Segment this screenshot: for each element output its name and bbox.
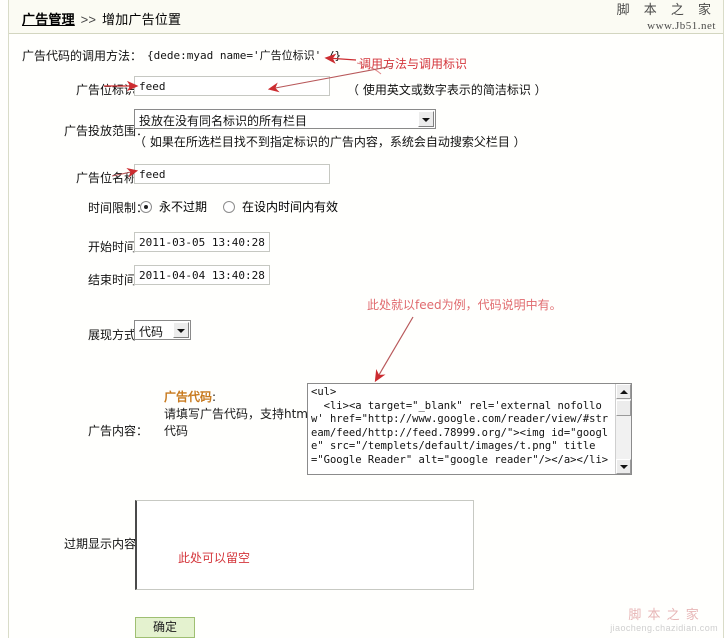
end-time-label: 结束时间： bbox=[87, 273, 148, 287]
display-mode-select[interactable]: 代码 bbox=[134, 320, 191, 340]
ad-content-hint-title-text: 广告代码 bbox=[164, 390, 213, 404]
expired-content-note: 此处可以留空 bbox=[178, 551, 251, 565]
display-mode-selected-value: 代码 bbox=[139, 325, 164, 339]
ad-content-scrollbar[interactable] bbox=[615, 384, 631, 474]
radio-never-expire-dot[interactable] bbox=[140, 201, 152, 213]
radio-within-range-dot[interactable] bbox=[223, 201, 236, 213]
breadcrumb: 广告管理 >> 增加广告位置 bbox=[22, 9, 181, 28]
ad-scope-selected-value: 投放在没有同名标识的所有栏目 bbox=[139, 114, 308, 128]
call-method-value: {dede:myad name='广告位标识' /} bbox=[147, 49, 342, 62]
start-time-input[interactable] bbox=[134, 232, 270, 252]
ad-name-input[interactable] bbox=[134, 164, 330, 184]
watermark-logo-url: www.Jb51.net bbox=[647, 19, 716, 32]
page-title: 增加广告位置 bbox=[102, 12, 182, 27]
chevron-down-icon[interactable] bbox=[418, 111, 434, 127]
ad-tag-label: 广告位标识： bbox=[75, 83, 148, 97]
annotation-call-method: 调用方法与调用标识 bbox=[359, 57, 468, 71]
breadcrumb-link-ad-manage[interactable]: 广告管理 bbox=[22, 12, 75, 27]
ad-content-hint-title: 广告代码: bbox=[164, 388, 216, 405]
ad-content-hint-title-colon: : bbox=[212, 390, 217, 404]
radio-never-expire-label: 永不过期 bbox=[159, 200, 208, 214]
bottom-watermark-cn: 脚 本 之 家 bbox=[628, 607, 700, 623]
expired-content-label: 过期显示内容： bbox=[63, 537, 148, 551]
watermark-logo-cn: 脚 本 之 家 bbox=[616, 3, 716, 18]
bottom-watermark: 脚 本 之 家 jiaocheng.chazidian.com bbox=[610, 608, 718, 634]
panel-border-left bbox=[8, 0, 9, 638]
radio-within-range[interactable]: 在设内时间内有效 bbox=[223, 200, 354, 214]
ad-content-hint-body: 请填写广告代码，支持html代码 bbox=[164, 407, 312, 438]
scrollbar-thumb[interactable] bbox=[616, 400, 631, 416]
time-limit-label: 时间限制： bbox=[87, 201, 148, 215]
radio-within-range-label: 在设内时间内有效 bbox=[242, 200, 339, 214]
scroll-up-icon[interactable] bbox=[616, 384, 631, 399]
ad-content-textarea[interactable]: <ul> <li><a target="_blank" rel='externa… bbox=[307, 383, 632, 475]
ad-content-code-text: <ul> <li><a target="_blank" rel='externa… bbox=[311, 386, 609, 466]
bottom-watermark-url: jiaocheng.chazidian.com bbox=[610, 623, 718, 634]
time-limit-radio-group: 永不过期 在设内时间内有效 bbox=[140, 198, 354, 215]
ad-scope-label: 广告投放范围： bbox=[63, 124, 148, 138]
ad-position-add-page: 广告管理 >> 增加广告位置 脚 本 之 家 www.Jb51.net 广告代码… bbox=[0, 0, 724, 638]
ad-content-label: 广告内容： bbox=[87, 424, 148, 438]
scroll-down-icon[interactable] bbox=[616, 459, 631, 474]
radio-never-expire[interactable]: 永不过期 bbox=[140, 200, 223, 214]
ad-name-label: 广告位名称： bbox=[75, 171, 148, 185]
start-time-label: 开始时间： bbox=[87, 240, 148, 254]
ad-scope-hint: （ 如果在所选栏目找不到指定标识的广告内容，系统会自动搜索父栏目 ） bbox=[134, 135, 526, 149]
chevron-down-icon[interactable] bbox=[173, 322, 189, 338]
annotation-feed-example: 此处就以feed为例，代码说明中有。 bbox=[367, 298, 562, 312]
breadcrumb-separator: >> bbox=[80, 12, 97, 27]
ad-tag-hint: （ 使用英文或数字表示的简洁标识 ） bbox=[347, 83, 547, 97]
ad-scope-select[interactable]: 投放在没有同名标识的所有栏目 bbox=[134, 109, 436, 129]
submit-button[interactable]: 确定 bbox=[135, 617, 195, 638]
expired-content-textarea[interactable] bbox=[135, 500, 474, 590]
header-divider bbox=[9, 33, 723, 34]
end-time-input[interactable] bbox=[134, 265, 270, 285]
call-method-label: 广告代码的调用方法： bbox=[22, 49, 143, 63]
display-mode-label: 展现方式： bbox=[87, 328, 148, 342]
site-watermark-logo: 脚 本 之 家 www.Jb51.net bbox=[616, 3, 716, 33]
ad-tag-input[interactable] bbox=[134, 76, 330, 96]
